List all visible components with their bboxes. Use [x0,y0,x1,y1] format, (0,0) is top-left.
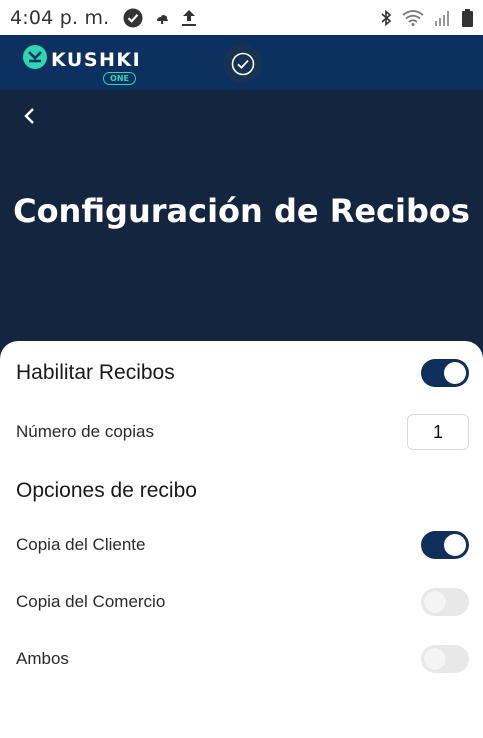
upload-icon [181,9,197,27]
bluetooth-icon [380,9,392,27]
both-copies-toggle[interactable] [421,645,469,673]
cloud-icon [155,12,169,24]
toggle-knob [444,534,466,556]
kushki-logo-icon [22,44,48,75]
enable-receipts-label: Habilitar Recibos [16,361,175,384]
signal-icon [434,10,452,26]
status-bar: 4:04 p. m. [0,0,483,35]
status-icons-right [370,8,473,27]
page-title: Configuración de Recibos [13,192,470,230]
toggle-knob [424,648,446,670]
connection-check-icon [223,44,262,83]
receipt-options-title: Opciones de recibo [16,479,197,502]
copies-input[interactable] [407,414,469,450]
enable-receipts-row: Habilitar Recibos [16,359,469,387]
kushki-logo: KUSHKI ONE [22,44,142,85]
battery-icon [462,8,473,27]
hero-section: Configuración de Recibos [0,90,483,360]
client-copy-toggle[interactable] [421,531,469,559]
back-button[interactable] [18,104,40,128]
chevron-left-icon [24,108,34,124]
toggle-knob [444,362,466,384]
option-label-client: Copia del Cliente [16,535,146,554]
logo-badge: ONE [103,71,136,85]
check-badge-icon [123,8,143,28]
wifi-icon [402,9,424,26]
status-icons-left [123,8,209,28]
option-row-client: Copia del Cliente [16,531,469,559]
status-time: 4:04 p. m. [10,6,110,29]
enable-receipts-toggle[interactable] [421,359,469,387]
option-row-merchant: Copia del Comercio [16,588,469,616]
copies-row: Número de copias [16,414,469,450]
copies-label: Número de copias [16,422,154,441]
logo-text: KUSHKI [51,48,142,71]
merchant-copy-toggle[interactable] [421,588,469,616]
toggle-knob [424,591,446,613]
option-label-both: Ambos [16,649,69,668]
option-row-both: Ambos [16,645,469,673]
settings-card: Habilitar Recibos Número de copias Opcio… [0,341,483,738]
app-header: KUSHKI ONE [0,35,483,90]
option-label-merchant: Copia del Comercio [16,592,166,611]
